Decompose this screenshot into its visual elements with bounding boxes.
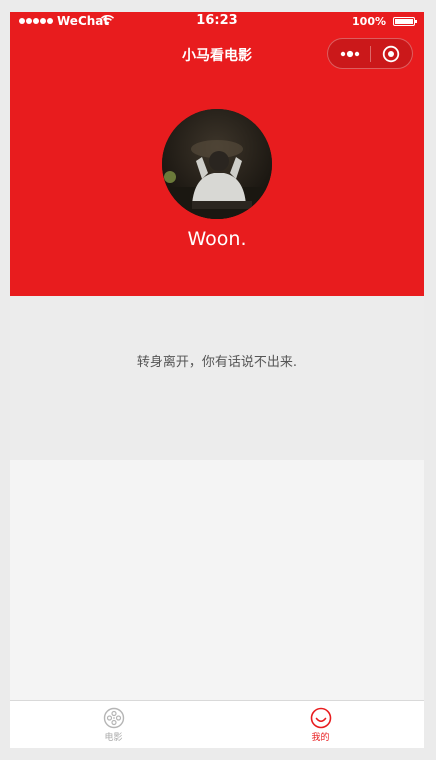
battery-percent: 100% (352, 15, 386, 28)
close-target-icon[interactable] (382, 45, 400, 63)
tab-bar: 电影 我的 (10, 700, 424, 748)
tab-mine[interactable]: 我的 (217, 701, 424, 748)
signature-text: 转身离开，你有话说不出来. (136, 355, 298, 370)
profile-header: WeChat 16:23 100% 小马看电影 Woon. (10, 12, 424, 296)
smiley-icon (310, 707, 331, 729)
film-reel-icon (103, 707, 124, 729)
mini-program-capsule (327, 38, 413, 69)
status-bar: WeChat 16:23 100% (10, 12, 424, 32)
battery-icon (393, 17, 417, 26)
capsule-divider (370, 46, 371, 62)
username: Woon. (187, 228, 247, 250)
tab-movies-label: 电影 (104, 733, 123, 743)
avatar[interactable] (162, 109, 272, 219)
more-dots-icon[interactable] (339, 46, 361, 62)
avatar-photo (162, 109, 272, 219)
tab-movies[interactable]: 电影 (10, 701, 217, 748)
phone-screen: WeChat 16:23 100% 小马看电影 Woon. 转身离开，你有话说不… (10, 12, 424, 748)
tab-mine-label: 我的 (311, 733, 330, 743)
signature-section: 转身离开，你有话说不出来. (10, 296, 424, 460)
